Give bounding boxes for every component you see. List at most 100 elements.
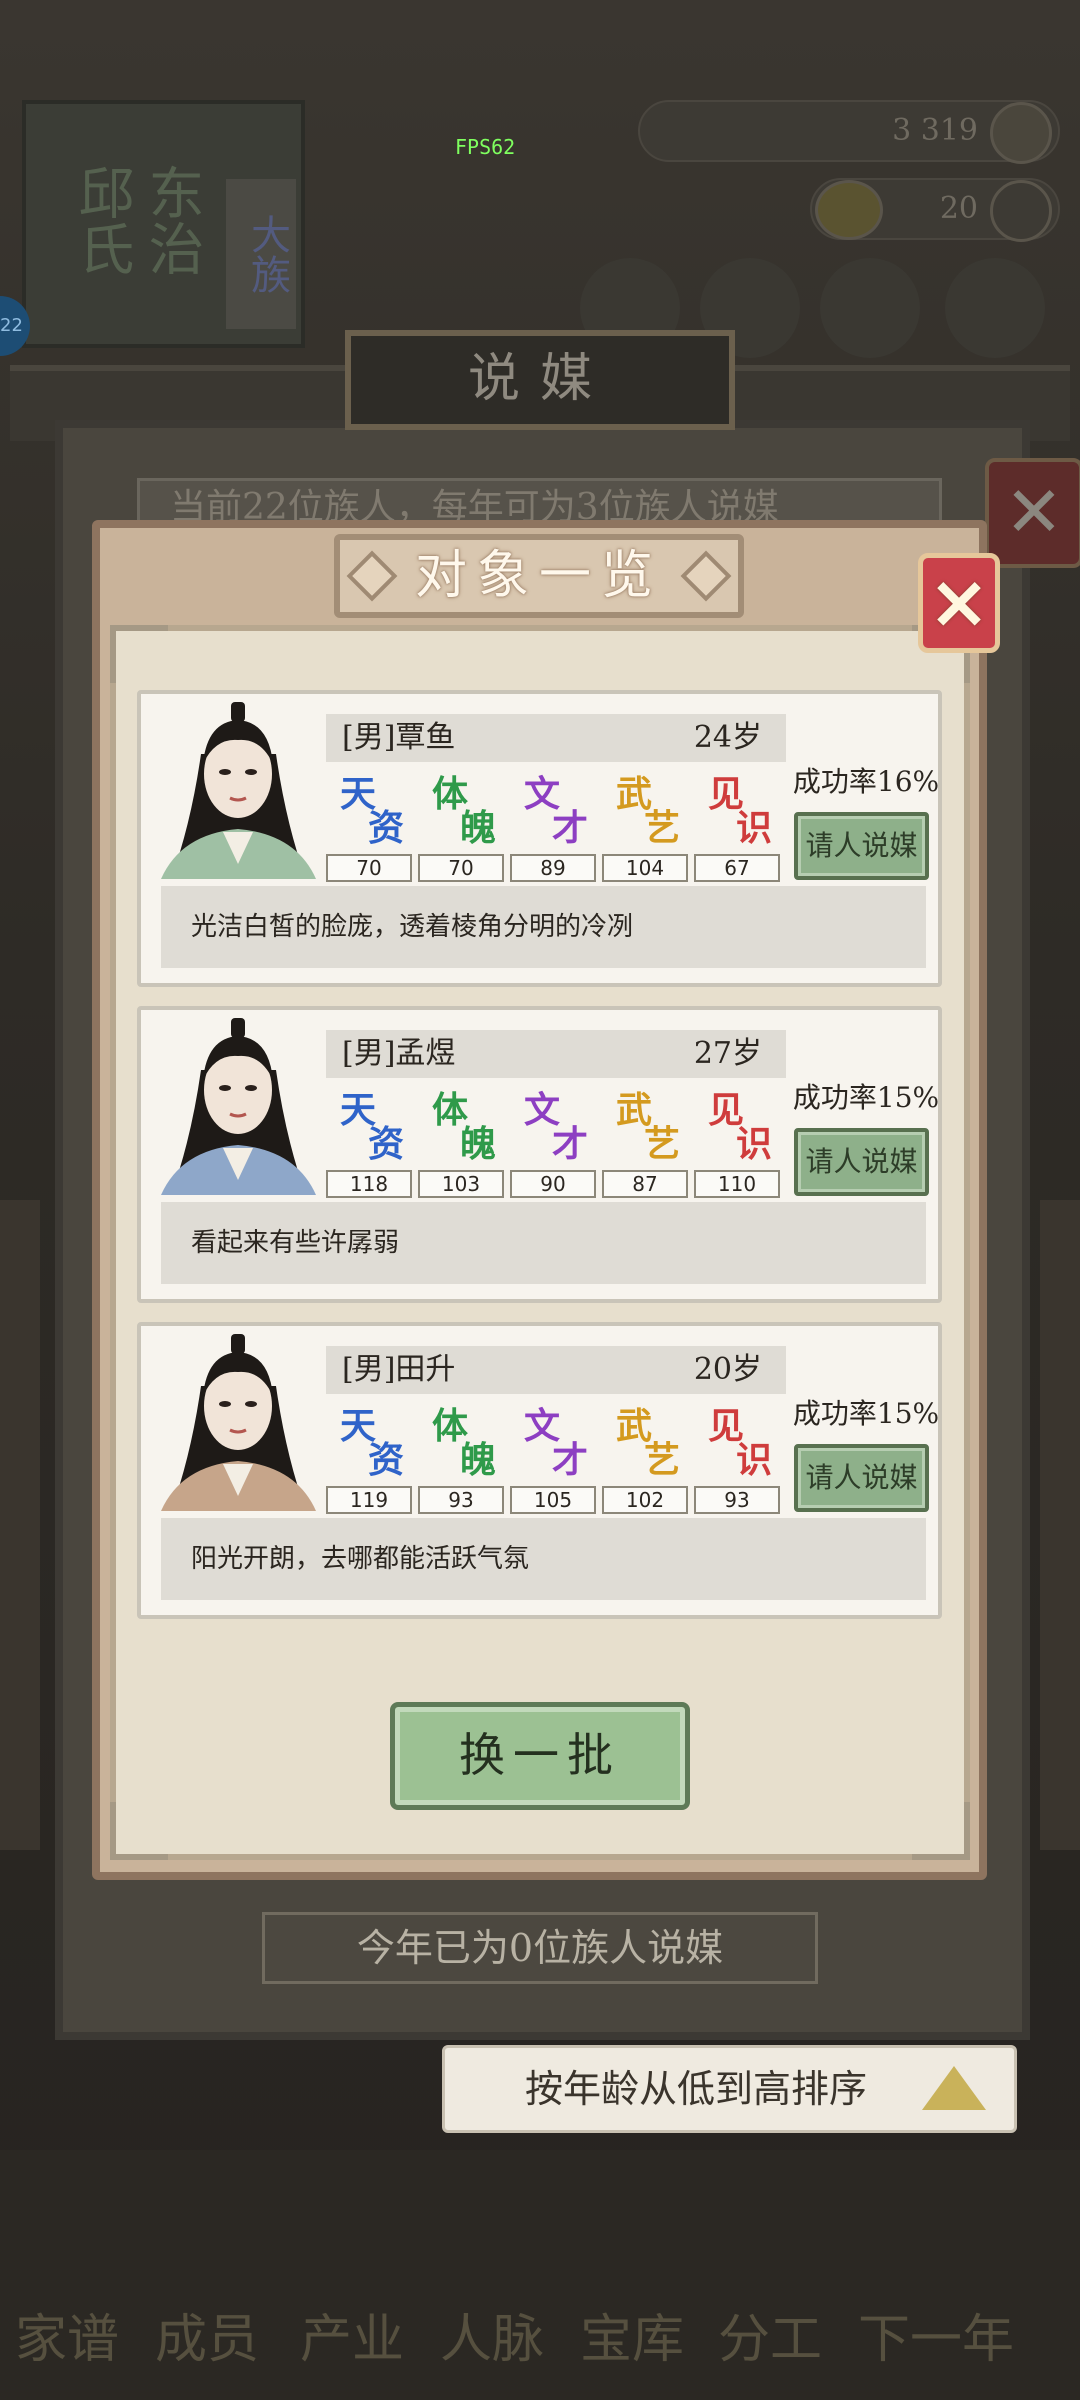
- stat-value: 104: [602, 854, 688, 882]
- candidate-age: 27岁: [693, 1036, 762, 1071]
- candidate-stat: 见识 93: [694, 1404, 782, 1514]
- stat-value: 110: [694, 1170, 780, 1198]
- corner-ornament: [912, 1802, 970, 1860]
- gold-resource-value: 20: [939, 191, 978, 226]
- candidate-portrait: [151, 694, 326, 879]
- stat-label-char: 识: [735, 807, 772, 849]
- stat-value: 87: [602, 1170, 688, 1198]
- candidate-stat: 体魄 70: [418, 772, 506, 882]
- candidate-stat: 武艺 87: [602, 1088, 690, 1198]
- candidate-stat: 天资 119: [326, 1404, 414, 1514]
- stat-value: 102: [602, 1486, 688, 1514]
- candidate-card: [男]孟煜 27岁天资 118 体魄 103 文才 90 武艺 87 见识 110 成功率15% 请人说…: [137, 1006, 942, 1303]
- stat-value: 103: [418, 1170, 504, 1198]
- stat-value: 70: [418, 854, 504, 882]
- close-icon: ×: [927, 559, 990, 645]
- candidate-description: 光洁白皙的脸庞，透着棱角分明的冷冽: [161, 886, 926, 968]
- bg-right-strip: [1040, 1200, 1080, 1850]
- stat-value: 90: [510, 1170, 596, 1198]
- stat-value: 119: [326, 1486, 412, 1514]
- stat-label-char: 艺: [643, 1123, 680, 1165]
- clan-book-label: 东治 邱氏: [69, 164, 204, 276]
- stat-label-char: 识: [735, 1123, 772, 1165]
- candidate-stat: 天资 118: [326, 1088, 414, 1198]
- candidate-stat: 见识 67: [694, 772, 782, 882]
- bg-left-strip: [0, 1200, 40, 1850]
- candidate-stat: 武艺 104: [602, 772, 690, 882]
- candidate-description: 看起来有些许孱弱: [161, 1202, 926, 1284]
- stat-value: 118: [326, 1170, 412, 1198]
- candidate-stat: 文才 105: [510, 1404, 598, 1514]
- sort-triangle-icon: [922, 2066, 986, 2110]
- matchmaking-count-note: 今年已为0位族人说媒: [262, 1912, 818, 1984]
- nav-industry[interactable]: 产业: [300, 2300, 404, 2380]
- gold-ingot-icon: [815, 180, 883, 240]
- stat-label-char: 才: [551, 1439, 588, 1481]
- stat-label-char: 魄: [459, 1123, 496, 1165]
- stat-label-char: 才: [551, 807, 588, 849]
- success-rate: 成功率15%: [792, 1397, 940, 1430]
- menu-bag-icon[interactable]: [820, 258, 920, 358]
- matchmaking-title: 说媒: [345, 330, 735, 430]
- candidate-stat: 体魄 103: [418, 1088, 506, 1198]
- nav-members[interactable]: 成员: [155, 2300, 259, 2380]
- stat-label-char: 识: [735, 1439, 772, 1481]
- stat-label-char: 魄: [459, 1439, 496, 1481]
- coin-icon: [990, 102, 1052, 164]
- candidate-stat: 天资 70: [326, 772, 414, 882]
- outer-close-button[interactable]: ✕: [985, 458, 1080, 568]
- silver-resource-bar[interactable]: 3 319: [638, 100, 1060, 164]
- candidate-stat: 文才 89: [510, 772, 598, 882]
- stat-label-char: 艺: [643, 807, 680, 849]
- add-icon[interactable]: [990, 180, 1052, 242]
- stat-label-char: 艺: [643, 1439, 680, 1481]
- fps-counter: FPS62: [455, 135, 516, 159]
- candidate-stat: 见识 110: [694, 1088, 782, 1198]
- silver-resource-value: 3 319: [892, 113, 978, 148]
- menu-globe-icon[interactable]: [945, 258, 1045, 358]
- candidate-name-bar: [男]覃鱼 24岁: [326, 714, 786, 762]
- candidate-description: 阳光开朗，去哪都能活跃气氛: [161, 1518, 926, 1600]
- candidate-name: [男]田升: [342, 1352, 456, 1387]
- stat-label-char: 资: [367, 1439, 404, 1481]
- title-ornament: [680, 550, 732, 602]
- candidate-stat: 体魄 93: [418, 1404, 506, 1514]
- corner-ornament: [110, 1802, 168, 1860]
- dialog-title-text: 对象一览: [414, 546, 663, 606]
- candidate-stat: 武艺 102: [602, 1404, 690, 1514]
- candidate-age: 20岁: [693, 1352, 762, 1387]
- candidate-name: [男]覃鱼: [342, 720, 456, 755]
- sort-label: 按年龄从低到高排序: [525, 2067, 868, 2111]
- candidate-portrait: [151, 1326, 326, 1511]
- nav-connections[interactable]: 人脉: [440, 2300, 544, 2380]
- stat-value: 67: [694, 854, 780, 882]
- candidate-age: 24岁: [693, 720, 762, 755]
- corner-ornament: [110, 625, 168, 683]
- sort-by-age-button[interactable]: 按年龄从低到高排序: [442, 2045, 1017, 2133]
- stat-label-char: 魄: [459, 807, 496, 849]
- request-matchmaker-button[interactable]: 请人说媒: [794, 812, 929, 880]
- request-matchmaker-button[interactable]: 请人说媒: [794, 1128, 929, 1196]
- clan-book[interactable]: 东治 邱氏 大族: [22, 100, 305, 348]
- success-rate: 成功率15%: [792, 1081, 940, 1114]
- refresh-candidates-button[interactable]: 换一批: [390, 1702, 690, 1810]
- dialog-title: 对象一览: [334, 534, 744, 618]
- nav-next-year[interactable]: 下一年: [858, 2300, 1014, 2380]
- candidate-name-bar: [男]孟煜 27岁: [326, 1030, 786, 1078]
- nav-treasury[interactable]: 宝库: [580, 2300, 684, 2380]
- stat-value: 93: [694, 1486, 780, 1514]
- close-button[interactable]: ×: [918, 553, 1000, 653]
- nav-division[interactable]: 分工: [718, 2300, 822, 2380]
- candidate-name-bar: [男]田升 20岁: [326, 1346, 786, 1394]
- stat-value: 89: [510, 854, 596, 882]
- candidate-card: [男]覃鱼 24岁天资 70 体魄 70 文才 89 武艺 104 见识 67 成功率16% 请人说媒光…: [137, 690, 942, 987]
- stat-label-char: 资: [367, 807, 404, 849]
- success-rate: 成功率16%: [792, 765, 940, 798]
- stat-label-char: 才: [551, 1123, 588, 1165]
- candidate-portrait: [151, 1010, 326, 1195]
- nav-genealogy[interactable]: 家谱: [15, 2300, 119, 2380]
- title-ornament: [346, 550, 398, 602]
- candidate-stat: 文才 90: [510, 1088, 598, 1198]
- clan-rank-label: 大族: [226, 179, 296, 329]
- request-matchmaker-button[interactable]: 请人说媒: [794, 1444, 929, 1512]
